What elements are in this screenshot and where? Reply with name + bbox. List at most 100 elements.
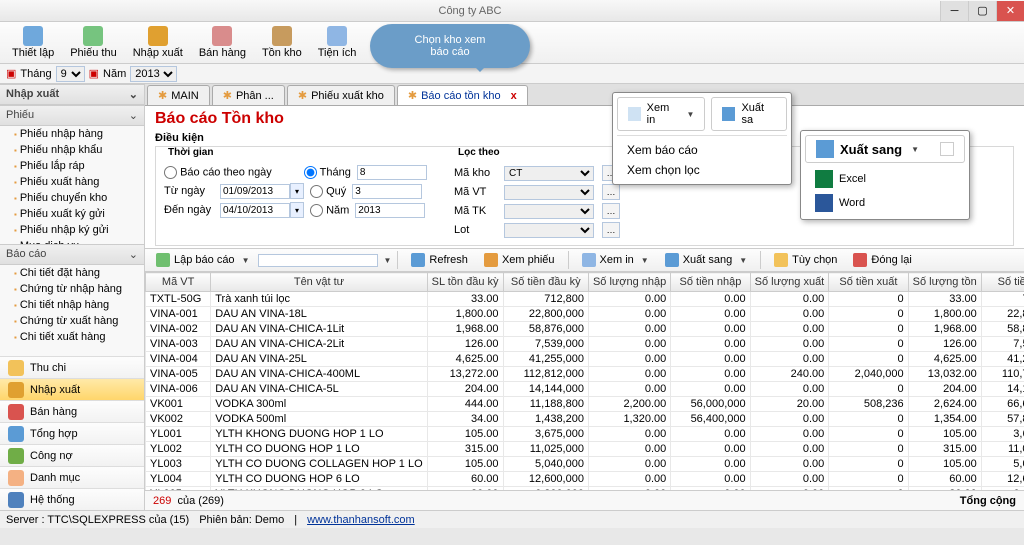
lap-bao-cao-button[interactable]: Lập báo cáo▼ — [149, 250, 256, 270]
phieu-item[interactable]: Phiếu lắp ráp — [0, 158, 144, 174]
table-row[interactable]: VINA-003DAU AN VINA-CHICA-2Lit126.007,53… — [146, 337, 1024, 352]
tab[interactable]: ✱Phân ... — [212, 85, 285, 105]
to-date-input[interactable] — [220, 203, 290, 218]
table-row[interactable]: YL003YLTH CO DUONG COLLAGEN HOP 1 LO105.… — [146, 457, 1024, 472]
filter-legend: Lọc theo — [454, 147, 504, 158]
col-header[interactable]: Số lượng tồn — [908, 273, 981, 292]
nav-Công nợ[interactable]: Công nợ — [0, 444, 144, 466]
xem-chon-loc-item[interactable]: Xem chọn lọc — [617, 160, 787, 180]
export-excel-item[interactable]: Excel — [805, 167, 965, 191]
nav-Nhập xuất[interactable]: Nhập xuất — [0, 378, 144, 400]
nav-Hệ thống[interactable]: Hệ thống — [0, 488, 144, 510]
baocao-item[interactable]: Chứng từ xuất hàng — [0, 313, 144, 329]
subsection-phieu[interactable]: Phiếu⌄ — [0, 105, 144, 126]
ribbon-Bán hàng[interactable]: Bán hàng — [193, 24, 252, 61]
calendar-icon[interactable]: ▾ — [290, 202, 304, 218]
radio-quarter[interactable] — [310, 185, 323, 198]
makho-select[interactable]: CT — [504, 166, 594, 181]
dots-button[interactable]: … — [602, 203, 620, 219]
export-word-item[interactable]: Word — [805, 191, 965, 215]
table-row[interactable]: VINA-001DAU AN VINA-18L1,800.0022,800,00… — [146, 307, 1024, 322]
xuat-sang-popover: Xuất sang ▼ Excel Word — [800, 130, 970, 220]
ribbon-Phiếu thu[interactable]: Phiếu thu — [64, 24, 122, 61]
radio-month[interactable] — [304, 166, 317, 179]
matk-select[interactable] — [504, 204, 594, 219]
month-select[interactable]: 9 — [56, 66, 85, 82]
ribbon-Tồn kho[interactable]: Tồn kho — [256, 24, 308, 61]
dong-lai-button[interactable]: Đóng lại — [846, 250, 918, 270]
refresh-button[interactable]: Refresh — [404, 250, 475, 270]
ribbon-Tiện ích[interactable]: Tiện ích — [312, 24, 363, 61]
year-input[interactable] — [355, 203, 425, 218]
ribbon-Nhập xuất[interactable]: Nhập xuất — [127, 24, 189, 61]
nav-Thu chi[interactable]: Thu chi — [0, 356, 144, 378]
from-date-input[interactable] — [220, 184, 290, 199]
table-row[interactable]: TXTL-50GTrà xanh túi lọc33.00712,8000.00… — [146, 292, 1024, 307]
xem-phieu-button[interactable]: Xem phiếu — [477, 250, 562, 270]
col-header[interactable]: Mã VT — [146, 273, 211, 292]
col-header[interactable]: SL tồn đầu kỳ — [427, 273, 503, 292]
report-grid[interactable]: Mã VTTên vật tưSL tồn đầu kỳSố tiền đầu … — [145, 272, 1024, 490]
xuat-sang-header[interactable]: Xuất sang ▼ — [805, 135, 965, 163]
subsection-baocao[interactable]: Báo cáo⌄ — [0, 244, 144, 265]
phieu-item[interactable]: Phiếu nhập hàng — [0, 126, 144, 142]
tab[interactable]: ✱Phiếu xuất kho — [287, 85, 395, 105]
tuy-chon-button[interactable]: Tùy chọn — [767, 250, 844, 270]
radio-year[interactable] — [310, 204, 323, 217]
phieu-item[interactable]: Phiếu xuất ký gửi — [0, 206, 144, 222]
xem-in-popover: Xem in ▼ Xuất sa Xem báo cáo Xem chọn lọ… — [612, 92, 792, 185]
year-select[interactable]: 2013 — [130, 66, 177, 82]
month-input[interactable] — [357, 165, 427, 180]
table-row[interactable]: YL004YLTH CO DUONG HOP 6 LO60.0012,600,0… — [146, 472, 1024, 487]
minimize-button[interactable]: ─ — [940, 1, 968, 21]
col-header[interactable]: Số tiền xuất — [829, 273, 908, 292]
table-row[interactable]: VK002VODKA 500ml34.001,438,2001,320.0056… — [146, 412, 1024, 427]
baocao-item[interactable]: Chi tiết đặt hàng — [0, 265, 144, 281]
xuat-sa-dropdown[interactable]: Xuất sa — [711, 97, 787, 131]
baocao-item[interactable]: Chi tiết nhập hàng — [0, 297, 144, 313]
dots-button[interactable]: … — [602, 222, 620, 238]
dots-button[interactable]: … — [602, 184, 620, 200]
col-header[interactable]: Số lượng nhập — [588, 273, 670, 292]
xem-in-button[interactable]: Xem in▼ — [575, 250, 656, 270]
maximize-button[interactable]: ▢ — [968, 1, 996, 21]
baocao-item[interactable]: Chứng từ nhập hàng — [0, 281, 144, 297]
calendar-icon[interactable]: ▾ — [290, 183, 304, 199]
col-header[interactable]: Số lượng xuất — [750, 273, 829, 292]
xem-in-dropdown[interactable]: Xem in ▼ — [617, 97, 705, 131]
table-row[interactable]: VINA-004DAU AN VINA-25L4,625.0041,255,00… — [146, 352, 1024, 367]
ribbon-Thiết lập[interactable]: Thiết lập — [6, 24, 60, 61]
table-row[interactable]: VINA-006DAU AN VINA-CHICA-5L204.0014,144… — [146, 382, 1024, 397]
baocao-item[interactable]: Chi tiết xuất hàng — [0, 329, 144, 345]
col-header[interactable]: Tên vật tư — [211, 273, 427, 292]
vendor-link[interactable]: www.thanhansoft.com — [307, 514, 415, 526]
phieu-item[interactable]: Phiếu nhập ký gửi — [0, 222, 144, 238]
table-row[interactable]: YL002YLTH CO DUONG HOP 1 LO315.0011,025,… — [146, 442, 1024, 457]
table-row[interactable]: VINA-002DAU AN VINA-CHICA-1Lit1,968.0058… — [146, 322, 1024, 337]
table-row[interactable]: VINA-005DAU AN VINA-CHICA-400ML13,272.00… — [146, 367, 1024, 382]
nav-Danh mục[interactable]: Danh mục — [0, 466, 144, 488]
nav-Bán hàng[interactable]: Bán hàng — [0, 400, 144, 422]
phieu-item[interactable]: Phiếu nhập khẩu — [0, 142, 144, 158]
mavt-select[interactable] — [504, 185, 594, 200]
lot-select[interactable] — [504, 223, 594, 238]
section-nhap-xuat[interactable]: Nhập xuất⌄ — [0, 84, 144, 105]
tab[interactable]: ✱MAIN — [147, 85, 210, 105]
phieu-item[interactable]: Phiếu chuyển kho — [0, 190, 144, 206]
table-row[interactable]: YL001YLTH KHONG DUONG HOP 1 LO105.003,67… — [146, 427, 1024, 442]
word-icon — [815, 194, 833, 212]
phieu-item[interactable]: Phiếu xuất hàng — [0, 174, 144, 190]
table-row[interactable]: VK001VODKA 300ml444.0011,188,8002,200.00… — [146, 397, 1024, 412]
tab[interactable]: ✱Báo cáo tồn khox — [397, 85, 528, 105]
col-header[interactable]: Số tiền tồn — [981, 273, 1024, 292]
xem-bao-cao-item[interactable]: Xem báo cáo — [617, 140, 787, 160]
radio-by-day[interactable] — [164, 166, 177, 179]
toolbar-combo[interactable] — [258, 254, 378, 267]
quarter-input[interactable] — [352, 184, 422, 199]
close-button[interactable]: ✕ — [996, 1, 1024, 21]
nav-Tổng hợp[interactable]: Tổng hợp — [0, 422, 144, 444]
month-prefix: Tháng — [20, 68, 51, 80]
col-header[interactable]: Số tiền nhập — [671, 273, 750, 292]
xuat-sang-button[interactable]: Xuất sang▼ — [658, 250, 754, 270]
col-header[interactable]: Số tiền đầu kỳ — [503, 273, 588, 292]
